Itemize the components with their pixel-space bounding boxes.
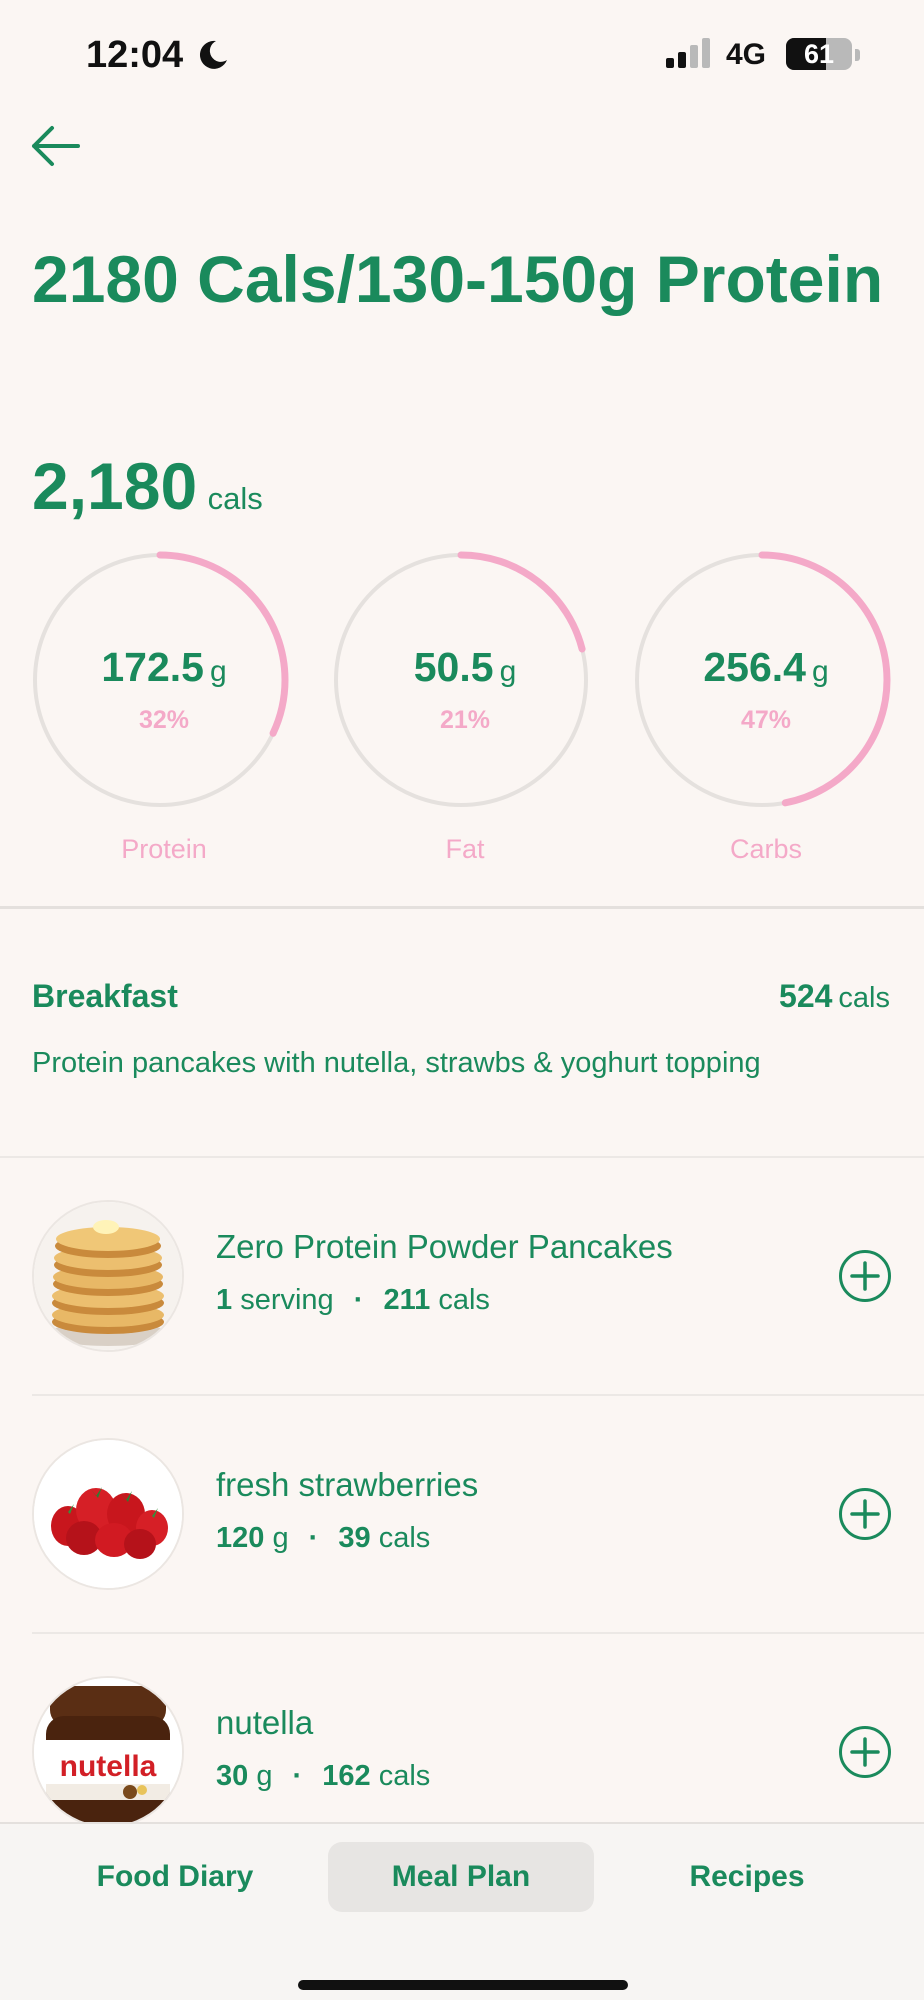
food-name: Zero Protein Powder Pancakes	[216, 1228, 673, 1265]
macro-value-number: 172.5	[101, 644, 204, 690]
status-bar: 12:04 4G 61	[0, 0, 924, 110]
total-calories-value: 2,180	[32, 449, 198, 523]
status-time: 12:04	[86, 34, 184, 76]
food-quantity-unit: serving	[240, 1284, 334, 1316]
food-name: nutella	[216, 1704, 314, 1741]
battery-percent: 61	[803, 39, 835, 69]
food-calories-unit: cals	[378, 1522, 431, 1554]
tab-meal-plan[interactable]: Meal Plan	[328, 1842, 594, 1912]
food-meta: 30 g · 162 cals	[216, 1760, 430, 1793]
meal-plan-screen: 12:04 4G 61 2180 Cals/130-150g Protein 2…	[0, 0, 924, 2000]
food-calories-unit: cals	[438, 1284, 490, 1316]
food-meta: 1 serving · 211 cals	[216, 1284, 490, 1317]
total-calories-unit: cals	[207, 481, 263, 516]
back-arrow-icon[interactable]	[28, 122, 82, 170]
macro-percent: 21%	[439, 706, 491, 734]
pancakes-image	[32, 1200, 184, 1352]
network-type: 4G	[726, 38, 767, 71]
food-meta: 120 g · 39 cals	[216, 1522, 430, 1555]
meal-calories: 524 cals	[779, 978, 890, 1015]
macro-value-number: 256.4	[703, 644, 806, 690]
food-quantity-value: 1	[216, 1284, 233, 1316]
macro-percent: 32%	[138, 706, 190, 734]
moon-icon	[199, 40, 227, 69]
macro-value-unit: g	[209, 655, 227, 688]
macro-value: 172.5 g	[32, 644, 296, 691]
add-circle-icon[interactable]	[838, 1487, 892, 1541]
macro-label: Fat	[445, 834, 485, 864]
food-quantity-unit: g	[272, 1522, 289, 1554]
home-indicator	[298, 1980, 628, 1990]
add-circle-icon[interactable]	[838, 1249, 892, 1303]
macro-value-number: 50.5	[413, 644, 494, 690]
nutella-logo-text: nutella	[60, 1750, 157, 1783]
bottom-tab-bar: Food Diary Meal Plan Recipes	[0, 1822, 924, 2000]
food-item[interactable]: Zero Protein Powder Pancakes 1 serving ·…	[0, 1158, 924, 1396]
food-quantity-value: 30	[216, 1760, 249, 1792]
separator-dot: ·	[353, 1284, 364, 1316]
meal-description: Protein pancakes with nutella, strawbs &…	[32, 1047, 761, 1079]
food-calories-value: 162	[322, 1760, 371, 1792]
macro-percent: 47%	[740, 706, 792, 734]
macro-carbs: 256.4 g 47% Carbs	[634, 548, 898, 878]
cellular-signal-icon	[666, 38, 710, 68]
separator-dot: ·	[292, 1760, 303, 1792]
macro-value: 50.5 g	[333, 644, 597, 691]
macro-value-unit: g	[499, 655, 517, 688]
food-calories-value: 39	[338, 1522, 371, 1554]
macro-label: Protein	[121, 834, 207, 864]
food-name: fresh strawberries	[216, 1466, 479, 1503]
meal-calories-unit: cals	[838, 982, 890, 1014]
macro-value-unit: g	[811, 655, 829, 688]
meal-calories-value: 524	[779, 978, 833, 1014]
page-title: 2180 Cals/130-150g Protein	[32, 242, 884, 316]
nutella-jar-image: nutella	[32, 1676, 184, 1828]
food-calories-unit: cals	[378, 1760, 431, 1792]
macro-fat: 50.5 g 21% Fat	[333, 548, 597, 878]
macro-label: Carbs	[729, 834, 803, 864]
macro-value: 256.4 g	[634, 644, 898, 691]
tab-recipes[interactable]: Recipes	[612, 1842, 882, 1912]
food-item[interactable]: fresh strawberries 120 g · 39 cals	[0, 1396, 924, 1634]
separator-dot: ·	[308, 1522, 319, 1554]
total-calories: 2,180 cals	[32, 448, 263, 524]
food-quantity-value: 120	[216, 1522, 265, 1554]
food-quantity-unit: g	[256, 1760, 273, 1792]
battery-tip	[855, 49, 860, 61]
meal-title: Breakfast	[32, 978, 178, 1014]
strawberries-image	[32, 1438, 184, 1590]
macro-protein: 172.5 g 32% Protein	[32, 548, 296, 878]
tab-food-diary[interactable]: Food Diary	[40, 1842, 310, 1912]
add-circle-icon[interactable]	[838, 1725, 892, 1779]
food-calories-value: 211	[383, 1284, 431, 1316]
battery-icon: 61	[786, 38, 852, 70]
section-divider	[0, 906, 924, 909]
